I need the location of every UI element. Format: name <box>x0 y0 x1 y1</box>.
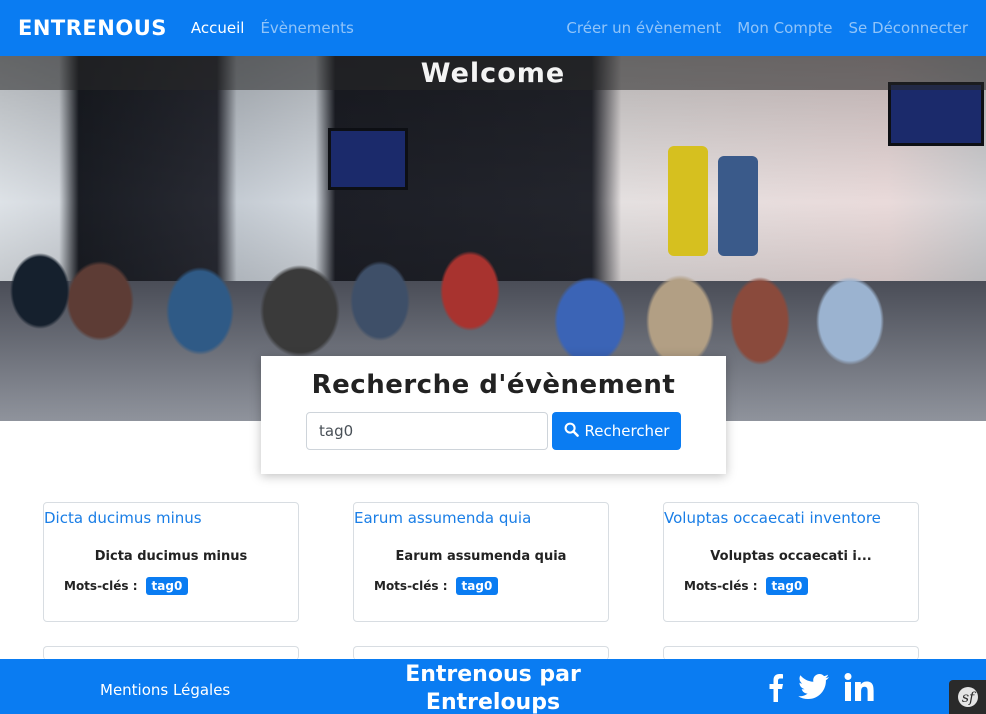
nav-right: Créer un évènement Mon Compte Se Déconne… <box>566 19 968 37</box>
event-card[interactable]: Earum assumenda quia Earum assumenda qui… <box>353 502 609 622</box>
tag-badge[interactable]: tag0 <box>455 577 499 595</box>
tag-badge[interactable]: tag0 <box>145 577 189 595</box>
event-card-partial[interactable] <box>663 646 919 660</box>
event-title-link[interactable]: Dicta ducimus minus <box>44 509 202 527</box>
twitter-icon[interactable] <box>797 673 831 701</box>
tags-label: Mots-clés : <box>684 579 758 593</box>
event-card[interactable]: Dicta ducimus minus Dicta ducimus minus … <box>43 502 299 622</box>
search-card: Recherche d'évènement Rechercher <box>261 356 726 474</box>
event-title-link[interactable]: Voluptas occaecati inventore <box>664 509 881 527</box>
event-card-partial[interactable] <box>43 646 299 660</box>
event-tags: Mots-clés : tag0 <box>374 577 499 595</box>
event-description: Earum assumenda quia <box>395 549 567 564</box>
nav-link-accueil[interactable]: Accueil <box>191 19 245 37</box>
navbar: ENTRENOUS Accueil Évènements Créer un év… <box>0 0 986 56</box>
nav-link-create-event[interactable]: Créer un évènement <box>566 19 721 37</box>
event-card[interactable]: Voluptas occaecati inventore Voluptas oc… <box>663 502 919 622</box>
facebook-icon[interactable] <box>764 673 786 702</box>
hero-screen-right <box>888 82 984 146</box>
symfony-toolbar-icon[interactable]: sf <box>949 680 986 714</box>
nav-left: Accueil Évènements <box>191 19 354 37</box>
tag-badge[interactable]: tag0 <box>765 577 809 595</box>
linkedin-icon[interactable] <box>843 673 875 701</box>
welcome-band: Welcome <box>0 56 986 90</box>
footer-credit-line2: Entreloups <box>425 690 561 714</box>
nav-link-my-account[interactable]: Mon Compte <box>737 19 832 37</box>
event-tags: Mots-clés : tag0 <box>64 577 189 595</box>
tags-label: Mots-clés : <box>374 579 448 593</box>
event-description: Voluptas occaecati i... <box>710 549 872 564</box>
hero-screen-left <box>328 128 408 190</box>
footer-credit: Entrenous par Entreloups <box>343 661 643 714</box>
event-description: Dicta ducimus minus <box>94 549 248 564</box>
welcome-heading: Welcome <box>420 57 566 89</box>
search-input[interactable] <box>306 412 548 450</box>
event-tags: Mots-clés : tag0 <box>684 577 809 595</box>
search-button[interactable]: Rechercher <box>552 412 681 450</box>
footer-credit-line1: Entrenous par <box>405 662 581 687</box>
search-icon <box>564 422 579 441</box>
nav-link-logout[interactable]: Se Déconnecter <box>849 19 969 37</box>
footer: Mentions Légales Entrenous par Entreloup… <box>0 659 986 714</box>
event-card-partial[interactable] <box>353 646 609 660</box>
tags-label: Mots-clés : <box>64 579 138 593</box>
nav-link-evenements[interactable]: Évènements <box>260 19 353 37</box>
legal-notice-link[interactable]: Mentions Légales <box>100 681 230 699</box>
search-title: Recherche d'évènement <box>311 370 676 400</box>
brand-logo[interactable]: ENTRENOUS <box>18 16 167 40</box>
event-title-link[interactable]: Earum assumenda quia <box>354 509 531 527</box>
search-button-label: Rechercher <box>584 422 670 440</box>
